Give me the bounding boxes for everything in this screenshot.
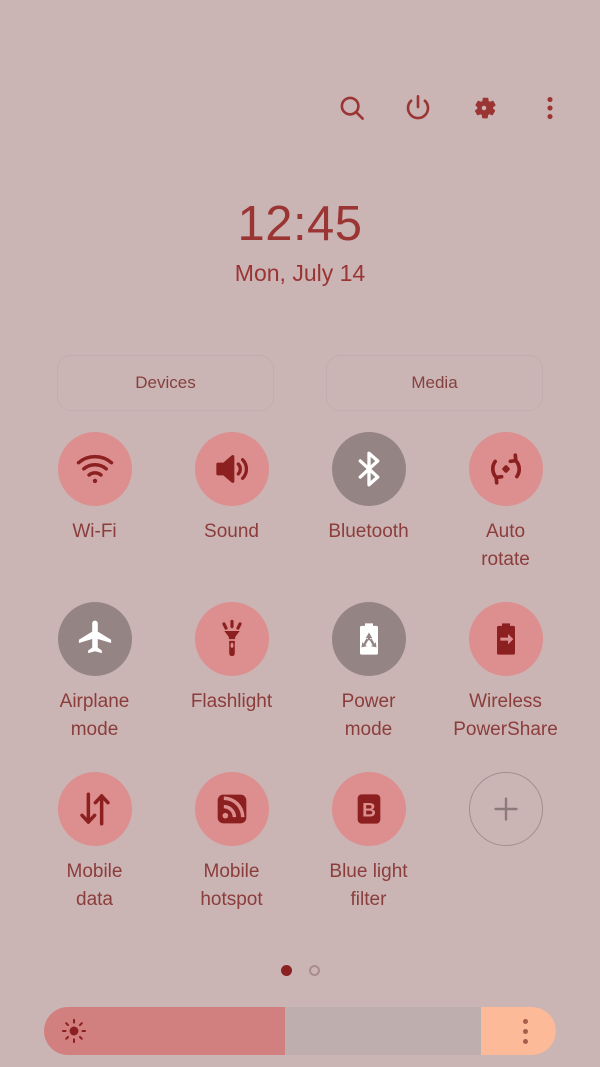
quick-tile-blue-light-filter[interactable]: B Blue light filter — [300, 772, 437, 914]
quick-tile-label: Auto rotate — [481, 521, 530, 570]
power-share-icon[interactable] — [468, 602, 543, 676]
wifi-icon[interactable] — [57, 432, 132, 506]
svg-text:B: B — [362, 800, 376, 821]
flashlight-icon[interactable] — [194, 602, 269, 676]
devices-media-row: Devices Media — [0, 355, 600, 411]
media-button[interactable]: Media — [326, 355, 543, 411]
quick-tile-mobile-hotspot[interactable]: Mobile hotspot — [163, 772, 300, 914]
quick-tile-flashlight[interactable]: Flashlight — [163, 602, 300, 744]
search-icon[interactable] — [336, 92, 368, 124]
quick-tile-label: Bluetooth — [328, 521, 409, 542]
quick-tile-wireless-powershare[interactable]: Wireless PowerShare — [437, 602, 574, 744]
quick-tile-label: Mobile hotspot — [200, 861, 263, 910]
devices-button[interactable]: Devices — [57, 355, 274, 411]
blue-light-filter-icon[interactable]: B — [331, 772, 406, 846]
quick-settings-grid: Wi-Fi Sound Bluetooth Auto rotate Airpla… — [26, 432, 574, 914]
bluetooth-icon[interactable] — [331, 432, 406, 506]
airplane-icon[interactable] — [57, 602, 132, 676]
quick-tile-label: Sound — [204, 521, 259, 542]
power-mode-icon[interactable] — [331, 602, 406, 676]
brightness-slider[interactable] — [44, 1007, 556, 1055]
brightness-options-icon[interactable] — [481, 1007, 556, 1055]
page-dot-active[interactable] — [280, 965, 292, 976]
mobile-data-icon[interactable] — [57, 772, 132, 846]
more-options-icon[interactable] — [534, 92, 566, 124]
brightness-sun-icon — [61, 1018, 87, 1044]
quick-tile-label: Flashlight — [190, 691, 273, 712]
mobile-hotspot-icon[interactable] — [194, 772, 269, 846]
quick-tile-label: Mobile data — [66, 861, 123, 910]
clock-widget[interactable]: 12:45 Mon, July 14 — [0, 196, 600, 288]
quick-tile-sound[interactable]: Sound — [163, 432, 300, 574]
power-icon[interactable] — [402, 92, 434, 124]
quick-tile-auto-rotate[interactable]: Auto rotate — [437, 432, 574, 574]
clock-date: Mon, July 14 — [234, 260, 366, 286]
quick-tile-label: Wi-Fi — [72, 521, 117, 542]
quick-tile-label: Airplane mode — [59, 691, 130, 740]
page-indicator — [0, 965, 600, 976]
settings-gear-icon[interactable] — [468, 92, 500, 124]
quick-tile-label: Wireless PowerShare — [453, 691, 558, 740]
add-tile-button[interactable] — [437, 772, 574, 914]
quick-tile-airplane-mode[interactable]: Airplane mode — [26, 602, 163, 744]
sound-icon[interactable] — [194, 432, 269, 506]
quick-tile-bluetooth[interactable]: Bluetooth — [300, 432, 437, 574]
clock-time: 12:45 — [237, 197, 363, 251]
vertical-dots — [523, 1018, 528, 1044]
plus-icon[interactable] — [468, 772, 543, 846]
quick-tile-mobile-data[interactable]: Mobile data — [26, 772, 163, 914]
quick-tile-label: Blue light filter — [329, 861, 408, 910]
quick-tile-wi-fi[interactable]: Wi-Fi — [26, 432, 163, 574]
quick-tile-power-mode[interactable]: Power mode — [300, 602, 437, 744]
status-action-bar — [336, 92, 566, 124]
auto-rotate-icon[interactable] — [468, 432, 543, 506]
page-dot-inactive[interactable] — [308, 965, 320, 976]
quick-tile-label: Power mode — [341, 691, 396, 740]
